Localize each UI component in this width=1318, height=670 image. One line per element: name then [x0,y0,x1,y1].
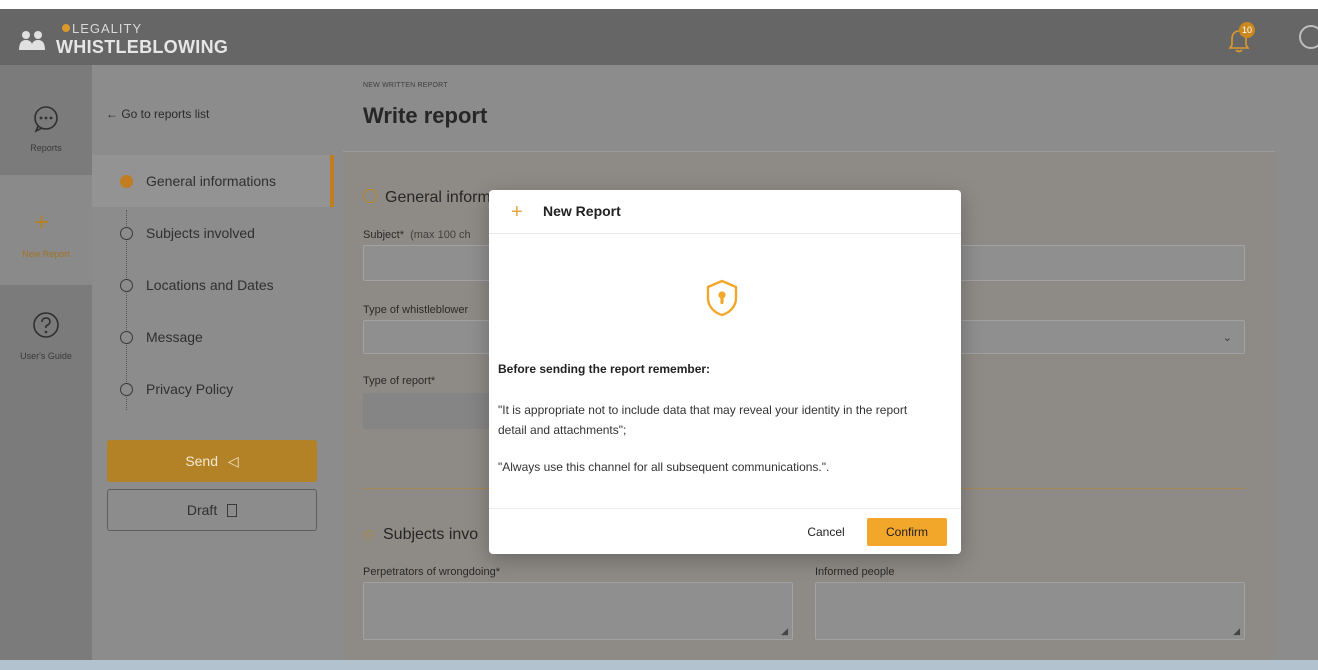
app-header: LEGALITY WHISTLEBLOWING 10 [0,9,1318,65]
step-locations-and-dates[interactable]: Locations and Dates [92,259,334,311]
section-general-title: General inform [363,188,491,207]
step-label: Privacy Policy [146,381,234,397]
cancel-button[interactable]: Cancel [799,519,853,545]
dialog-paragraph-identity: "It is appropriate not to include data t… [498,403,908,437]
step-dot [120,227,133,240]
draft-label: Draft [186,502,218,518]
info-icon [363,189,377,203]
arrow-left-icon: ← [106,107,122,121]
subject-label: Subject* (max 100 ch [363,229,471,241]
whistleblower-type-label: Type of whistleblower [363,304,469,316]
confirm-button[interactable]: Confirm [867,518,947,546]
user-account-icon[interactable] [1299,25,1318,49]
step-dot [120,383,133,396]
step-label: Locations and Dates [146,277,274,293]
paper-plane-icon: ◁ [227,453,239,469]
dialog-footer: Cancel Confirm [489,508,961,554]
back-to-reports-link[interactable]: ← Go to reports list [106,107,209,121]
os-taskbar [0,660,1318,670]
section-subjects-title: ⚇ Subjects invo [363,526,479,543]
informed-people-label: Informed people [815,566,895,578]
resize-handle-icon[interactable]: ◢ [1233,626,1240,637]
people-logo-icon [19,31,45,50]
dialog-paragraph-channel: "Always use this channel for all subsequ… [498,460,830,474]
rail-item-new-report[interactable]: + New Report [0,175,92,285]
step-label: Subjects involved [146,225,255,241]
plus-icon: + [511,201,523,223]
step-label: General informations [146,173,276,189]
rail-label-reports: Reports [30,143,62,153]
breadcrumb: NEW WRITTEN REPORT [363,82,448,89]
report-type-option[interactable] [363,393,503,429]
logo-text-bottom: WHISTLEBLOWING [56,37,229,57]
step-dot [120,279,133,292]
people-icon: ⚇ [363,528,374,542]
step-dot [120,175,133,188]
rail-item-users-guide[interactable]: User's Guide [0,285,92,395]
active-step-indicator [330,155,334,207]
resize-handle-icon[interactable]: ◢ [781,626,788,637]
report-type-label: Type of report* [363,375,436,387]
step-subjects-involved[interactable]: Subjects involved [92,207,334,259]
notification-badge: 10 [1239,22,1255,38]
perpetrators-textarea[interactable]: ◢ [363,582,793,640]
step-message[interactable]: Message [92,311,334,363]
send-label: Send [185,453,219,469]
page-title: Write report [363,103,488,128]
chevron-down-icon: ⌄ [1222,332,1232,344]
dialog-heading: Before sending the report remember: [498,362,711,376]
window-top-strip [0,0,1318,9]
dialog-header: + New Report [489,190,961,234]
perpetrators-label: Perpetrators of wrongdoing* [363,566,500,578]
send-button[interactable]: Send ◁ [107,440,317,482]
notifications-button[interactable]: 10 [1228,22,1258,53]
plus-icon: + [34,207,50,237]
logo-text-top: LEGALITY [62,21,142,36]
app-logo[interactable]: LEGALITY WHISTLEBLOWING [18,19,278,59]
back-label: Go to reports list [121,107,210,121]
document-icon [227,504,238,517]
rail-item-reports[interactable]: Reports [0,65,92,175]
rail-label-users-guide: User's Guide [20,351,72,361]
chat-bubble-icon [34,106,58,133]
left-rail: Reports + New Report User's Guide [0,65,92,670]
draft-button[interactable]: Draft [107,489,317,531]
shield-lock-icon [706,279,738,317]
informed-people-textarea[interactable]: ◢ [815,582,1245,640]
step-dot [120,331,133,344]
step-general-informations[interactable]: General informations [92,155,334,207]
dialog-title: New Report [543,203,621,219]
step-privacy-policy[interactable]: Privacy Policy [92,363,334,415]
rail-label-new-report: New Report [22,249,70,259]
new-report-dialog: + New Report Before sending the report r… [489,190,961,554]
help-circle-icon [33,312,59,338]
step-label: Message [146,329,203,345]
